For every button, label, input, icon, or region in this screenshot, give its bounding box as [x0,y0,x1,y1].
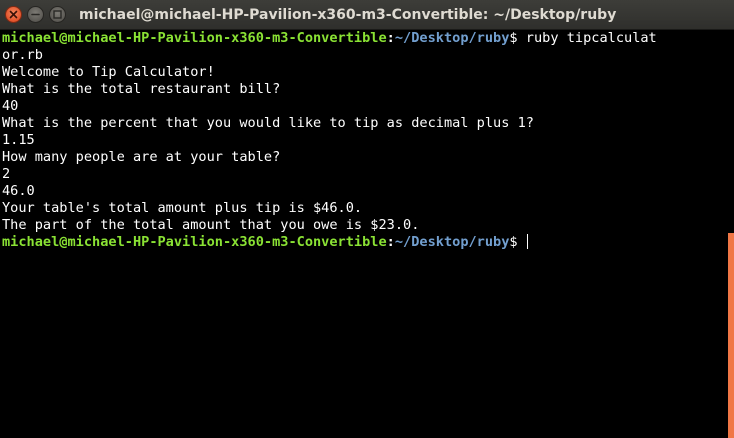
output-line: 46.0 [2,183,35,199]
prompt-path: ~/Desktop/ruby [394,234,510,250]
maximize-button[interactable] [49,6,66,23]
window-title: michael@michael-HP-Pavilion-x360-m3-Conv… [79,7,617,23]
terminal-window: michael@michael-HP-Pavilion-x360-m3-Conv… [0,0,734,438]
title-bar[interactable]: michael@michael-HP-Pavilion-x360-m3-Conv… [0,0,734,30]
output-line: What is the percent that you would like … [2,115,534,131]
output-line: 1.15 [2,132,35,148]
prompt-path: ~/Desktop/ruby [394,30,510,46]
command-line: michael@michael-HP-Pavilion-x360-m3-Conv… [2,30,728,47]
output-line: How many people are at your table? [2,149,281,165]
maximize-icon [53,10,62,19]
close-icon [9,10,18,19]
scrollbar-thumb[interactable] [728,233,734,438]
prompt-dollar: $ [509,234,526,250]
output-line: 40 [2,98,19,114]
minimize-button[interactable] [27,6,44,23]
command-text: ruby tipcalculat [525,30,657,46]
terminal-output-area[interactable]: michael@michael-HP-Pavilion-x360-m3-Conv… [0,30,728,438]
text-cursor [526,234,528,249]
close-button[interactable] [5,6,22,23]
current-prompt-line[interactable]: michael@michael-HP-Pavilion-x360-m3-Conv… [2,234,728,251]
prompt-user-host: michael@michael-HP-Pavilion-x360-m3-Conv… [2,234,387,250]
output-line: Your table's total amount plus tip is $4… [2,200,363,216]
command-wrap-line: or.rb [2,47,43,63]
output-line: Welcome to Tip Calculator! [2,64,215,80]
output-line: 2 [2,166,11,182]
prompt-dollar: $ [509,30,526,46]
scrollbar[interactable] [728,30,734,438]
prompt-user-host: michael@michael-HP-Pavilion-x360-m3-Conv… [2,30,387,46]
prompt-colon: : [386,234,395,250]
output-line: What is the total restaurant bill? [2,81,281,97]
minimize-icon [31,13,40,16]
prompt-colon: : [386,30,395,46]
output-line: The part of the total amount that you ow… [2,217,420,233]
